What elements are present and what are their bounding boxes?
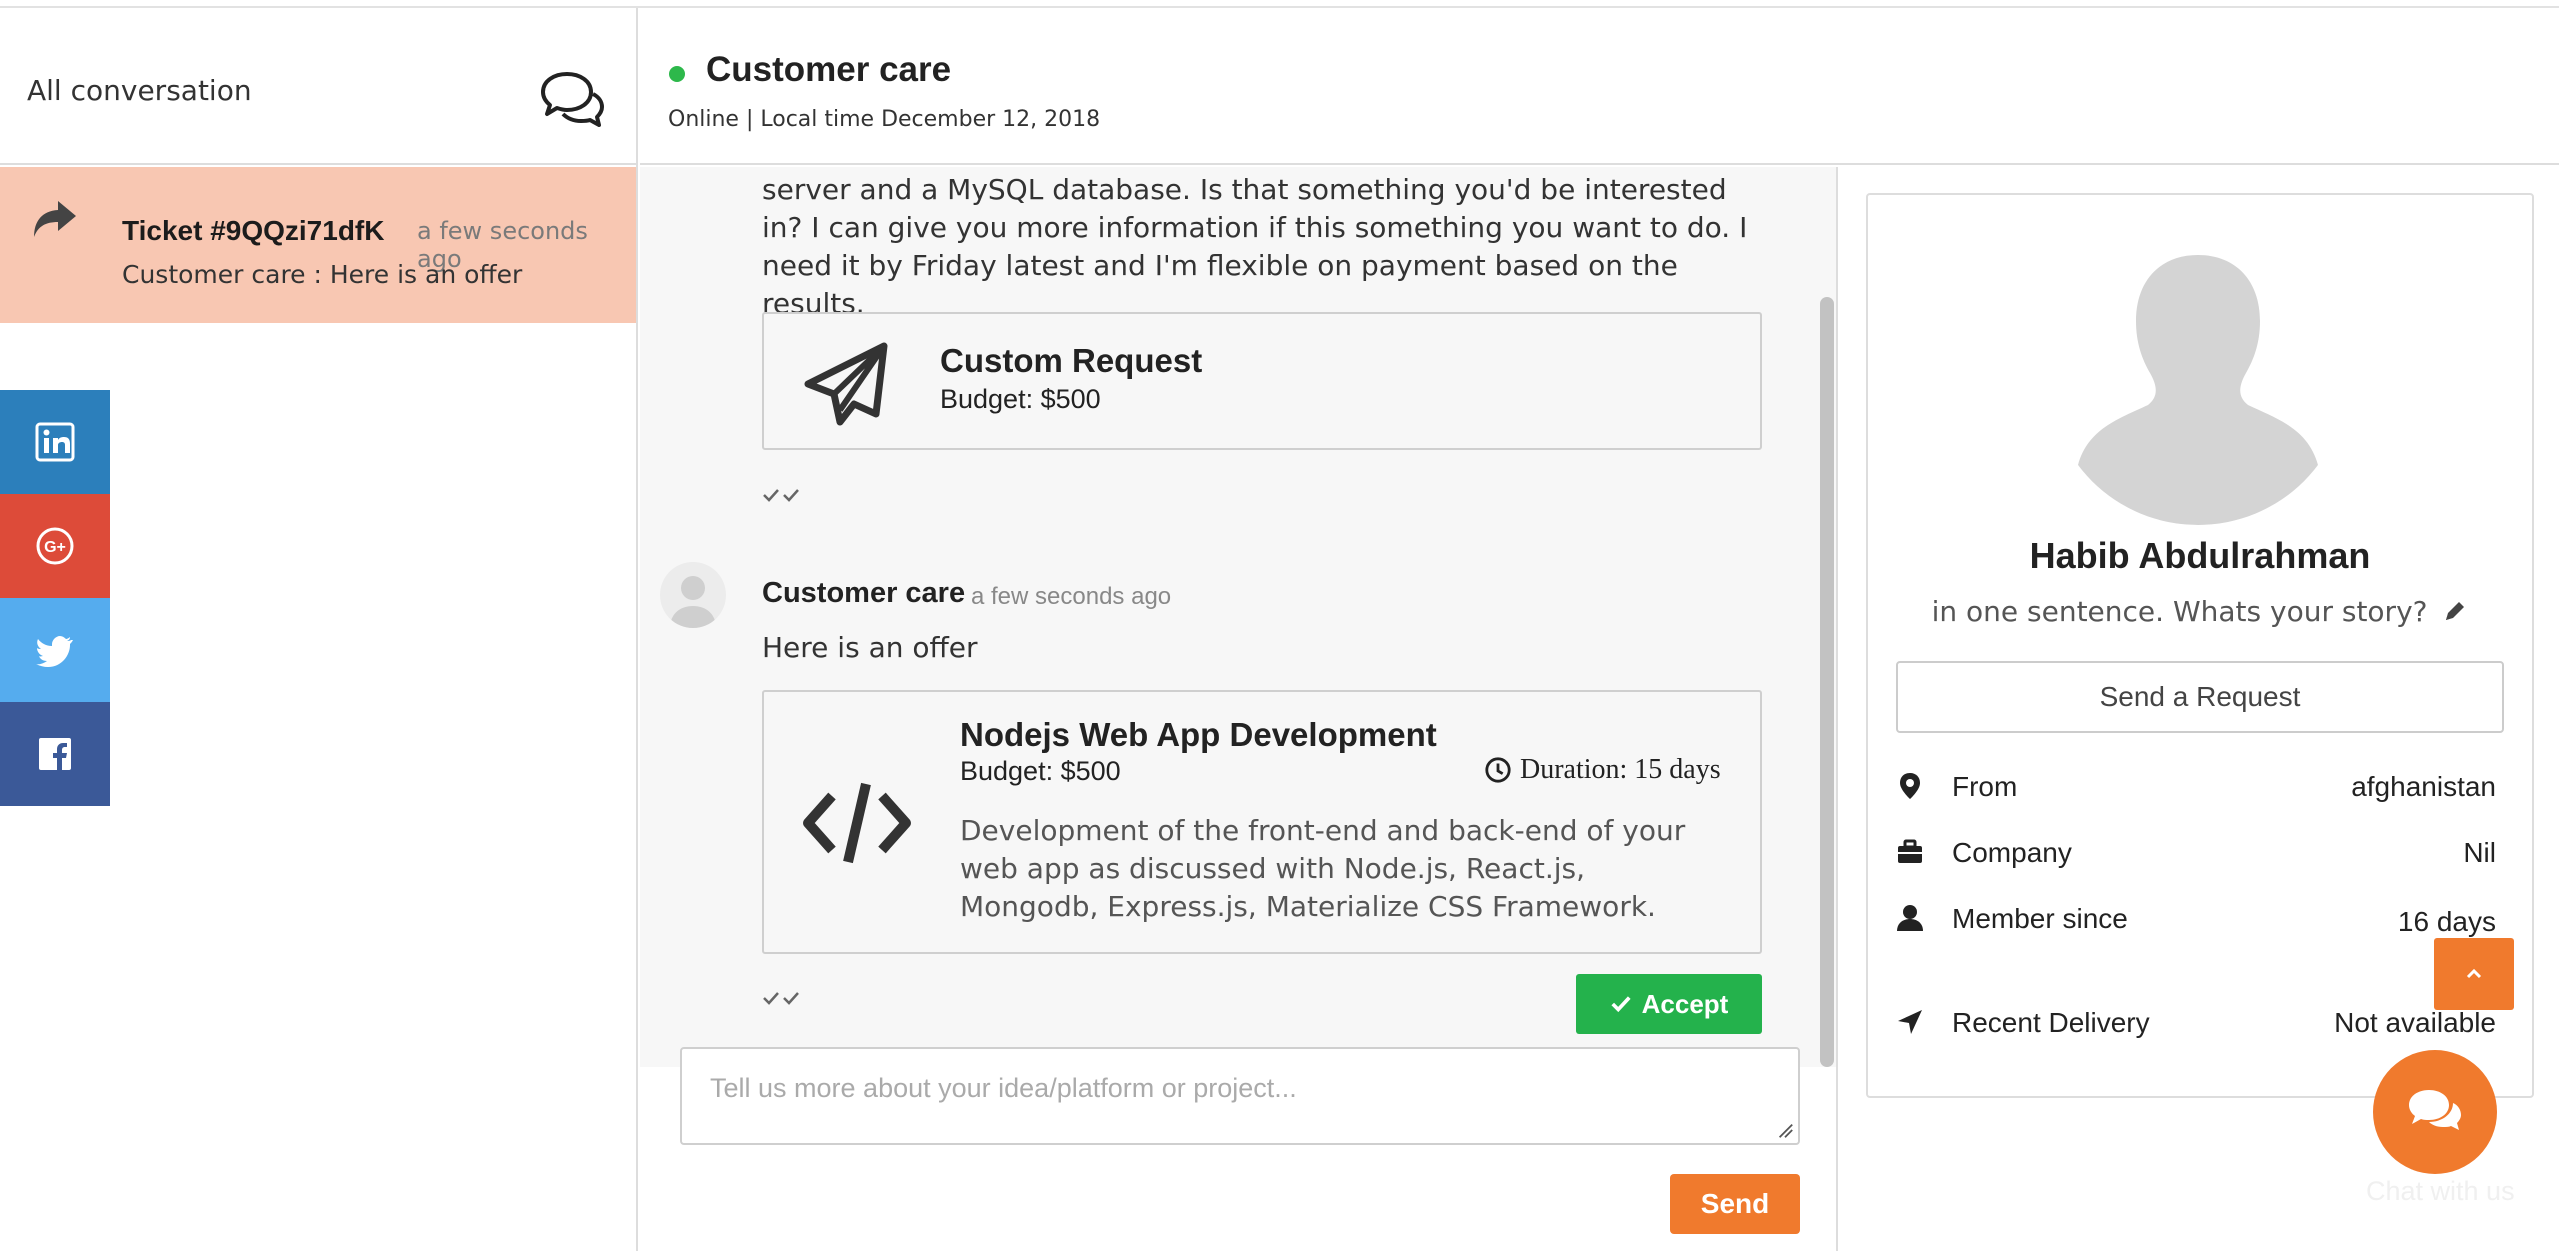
resize-handle-icon[interactable] (1776, 1121, 1794, 1139)
message-scrollbar[interactable] (1820, 297, 1834, 1067)
offer-duration-text: Duration: 15 days (1520, 754, 1721, 785)
sender-avatar (660, 562, 726, 628)
linkedin-share-button[interactable] (0, 390, 110, 494)
from-value: afghanistan (2351, 771, 2496, 802)
from-label: From (1952, 771, 2018, 802)
profile-story[interactable]: in one sentence. Whats your story? (1868, 595, 2532, 628)
code-icon (803, 782, 911, 864)
sidebar-title: All conversation (27, 74, 252, 107)
chat-bubbles-icon (2409, 1090, 2461, 1130)
conversation-status: Online | Local time December 12, 2018 (668, 107, 1101, 132)
briefcase-icon (1898, 839, 1922, 863)
profile-member-since-row: Member since 16 days ago (1896, 897, 2506, 975)
top-border (0, 0, 2559, 8)
pencil-icon[interactable] (2442, 598, 2468, 624)
offer-card[interactable]: Nodejs Web App Development Budget: $500 … (762, 690, 1762, 954)
sidebar-header: All conversation (0, 8, 636, 165)
ticket-preview: Customer care : Here is an offer (122, 260, 523, 289)
twitter-icon (36, 636, 73, 667)
profile-company-row: Company Nil (1896, 831, 2506, 877)
read-receipt-icon (763, 992, 799, 1005)
profile-story-text: in one sentence. Whats your story? (1931, 595, 2428, 628)
check-icon (1611, 996, 1631, 1013)
conversation-header: Customer care Online | Local time Decemb… (640, 8, 2559, 165)
message-input-placeholder: Tell us more about your idea/platform or… (710, 1073, 1297, 1103)
company-value: Nil (2463, 837, 2496, 868)
svg-text:G+: G+ (44, 539, 66, 556)
message-input[interactable]: Tell us more about your idea/platform or… (680, 1047, 1800, 1145)
profile-avatar (2048, 225, 2348, 525)
read-receipt-icon (763, 489, 799, 502)
message-text: It's an ellster clone (https://www.ellst… (762, 167, 1748, 320)
profile-recent-delivery-row: Recent Delivery Not available (1896, 1001, 2506, 1047)
online-status-dot (669, 66, 685, 82)
chat-widget-label: Chat with us (2366, 1176, 2515, 1206)
user-icon (1897, 905, 1923, 931)
offer-duration: Duration: 15 days (1484, 754, 1721, 786)
company-label: Company (1952, 837, 2072, 868)
message-list[interactable]: It's an ellster clone (https://www.ellst… (640, 167, 1836, 1067)
twitter-share-button[interactable] (0, 598, 110, 702)
google-plus-share-button[interactable]: G+ (0, 494, 110, 598)
accept-offer-button[interactable]: Accept (1576, 974, 1762, 1034)
google-plus-icon: G+ (36, 527, 74, 565)
send-button[interactable]: Send (1670, 1174, 1800, 1234)
offer-title: Nodejs Web App Development (960, 716, 1437, 753)
ticket-list-item[interactable]: Ticket #9QQzi71dfK a few seconds ago Cus… (0, 167, 636, 323)
share-arrow-icon (34, 201, 76, 237)
facebook-icon (39, 738, 71, 770)
profile-name: Habib Abdulrahman (2029, 535, 2371, 576)
scroll-to-top-button[interactable] (2434, 938, 2514, 1010)
chat-panel: It's an ellster clone (https://www.ellst… (640, 167, 1838, 1251)
paper-plane-icon (804, 342, 888, 426)
facebook-share-button[interactable] (0, 702, 110, 806)
profile-from-row: From afghanistan (1896, 765, 2506, 811)
linkedin-icon (35, 422, 75, 462)
offer-description: Development of the front-end and back-en… (960, 814, 1686, 923)
member-since-label: Member since (1952, 903, 2128, 934)
message-text: Here is an offer (762, 631, 978, 664)
message-time: a few seconds ago (971, 583, 1172, 610)
custom-request-card[interactable]: Custom Request Budget: $500 (762, 312, 1762, 450)
location-arrow-icon (1898, 1010, 1922, 1034)
clock-icon (1485, 757, 1511, 783)
custom-request-title: Custom Request (940, 342, 1203, 379)
custom-request-budget: Budget: $500 (940, 384, 1101, 414)
recent-delivery-label: Recent Delivery (1952, 1007, 2150, 1038)
conversation-icon[interactable] (535, 70, 605, 128)
accept-label: Accept (1641, 988, 1729, 1019)
chat-widget-button[interactable] (2373, 1050, 2497, 1174)
sender-name: Customer care (762, 577, 966, 609)
send-request-button[interactable]: Send a Request (1896, 661, 2504, 733)
recent-delivery-value: Not available (2334, 1007, 2496, 1038)
conversation-title: Customer care (706, 50, 952, 89)
chevron-up-icon (2466, 968, 2482, 979)
user-silhouette-icon (2048, 225, 2348, 525)
map-marker-icon (1900, 773, 1920, 799)
offer-budget: Budget: $500 (960, 756, 1121, 786)
user-silhouette-icon (670, 576, 716, 628)
ticket-title: Ticket #9QQzi71dfK (122, 215, 385, 246)
